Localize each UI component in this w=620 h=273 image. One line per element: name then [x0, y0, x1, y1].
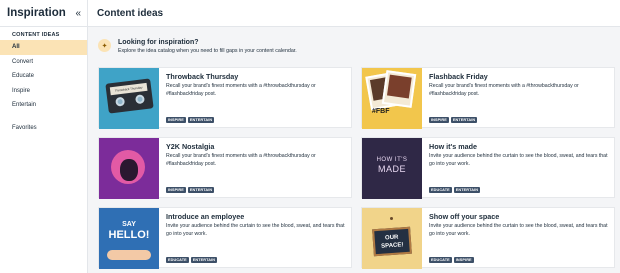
idea-card-y2k-nostalgia[interactable]: Y2K Nostalgia Recall your brand's finest…: [98, 137, 352, 199]
tag-educate[interactable]: EDUCATE: [429, 187, 452, 193]
sidebar-item-all[interactable]: All: [0, 40, 87, 55]
sidebar: Inspiration « CONTENT IDEAS All Convert …: [0, 0, 88, 273]
how-its-made-text: HOW IT'S MADE: [362, 156, 422, 176]
sidebar-item-educate[interactable]: Educate: [0, 69, 87, 84]
tag-entertain[interactable]: ENTERTAIN: [190, 257, 218, 263]
inspiration-banner: ✦ Looking for inspiration? Explore the i…: [98, 38, 297, 56]
banner-title: Looking for inspiration?: [118, 39, 199, 46]
sidebar-item-entertain[interactable]: Entertain: [0, 98, 87, 113]
card-description: Invite your audience behind the curtain …: [166, 223, 345, 237]
our-space-line2: SPACE!: [381, 242, 404, 250]
face-shape: [120, 159, 138, 181]
photo-icon: [381, 70, 417, 108]
card-title: Flashback Friday: [429, 72, 488, 81]
sidebar-item-convert[interactable]: Convert: [0, 55, 87, 70]
tag-inspire[interactable]: INSPIRE: [166, 187, 186, 193]
reel-icon: [115, 96, 126, 107]
nail-icon: [390, 217, 393, 220]
tag-educate[interactable]: EDUCATE: [429, 257, 452, 263]
idea-card-introduce-employee[interactable]: SAY HELLO! Introduce an employee Invite …: [98, 207, 352, 269]
reel-icon: [134, 94, 145, 105]
our-space-image: OUR SPACE!: [362, 208, 422, 269]
our-space-sign: OUR SPACE!: [372, 226, 412, 257]
card-title: Throwback Thursday: [166, 72, 239, 81]
handshake-icon: [107, 250, 151, 260]
card-description: Recall your brand's finest moments with …: [166, 83, 316, 97]
tag-educate[interactable]: EDUCATE: [166, 257, 189, 263]
polaroid-image: #FBF: [362, 68, 422, 129]
section-label: CONTENT IDEAS: [12, 32, 60, 38]
card-description: Recall your brand's finest moments with …: [429, 83, 579, 97]
sparkle-icon: ✦: [98, 39, 111, 52]
say-hello-line2: HELLO!: [108, 229, 150, 241]
how-its-made-image: HOW IT'S MADE: [362, 138, 422, 199]
cassette-label: Throwback Thursday: [109, 82, 148, 96]
tag-entertain[interactable]: ENTERTAIN: [187, 117, 215, 123]
main-content: Content ideas ✦ Looking for inspiration?…: [88, 0, 620, 273]
sidebar-header: Inspiration «: [0, 0, 87, 27]
cassette-image: Throwback Thursday: [99, 68, 159, 129]
idea-card-flashback-friday[interactable]: #FBF Flashback Friday Recall your brand'…: [361, 67, 615, 129]
tag-entertain[interactable]: ENTERTAIN: [453, 187, 481, 193]
fbf-text: #FBF: [372, 108, 390, 115]
how-its-made-line2: MADE: [377, 164, 406, 174]
banner-subtitle: Explore the idea catalog when you need t…: [118, 48, 297, 54]
cassette-icon: Throwback Thursday: [105, 78, 154, 114]
sidebar-title: Inspiration: [7, 7, 66, 19]
tag-inspire[interactable]: INSPIRE: [429, 117, 449, 123]
say-hello-text: SAY HELLO!: [99, 219, 159, 241]
tag-inspire[interactable]: INSPIRE: [166, 117, 186, 123]
card-description: Recall your brand's finest moments with …: [166, 153, 316, 167]
tag-entertain[interactable]: ENTERTAIN: [450, 117, 478, 123]
sidebar-item-favorites[interactable]: Favorites: [0, 121, 87, 136]
say-hello-image: SAY HELLO!: [99, 208, 159, 269]
idea-card-how-its-made[interactable]: HOW IT'S MADE How it's made Invite your …: [361, 137, 615, 199]
page-title: Content ideas: [88, 0, 620, 27]
tag-inspire[interactable]: INSPIRE: [453, 257, 474, 263]
idea-card-show-off-space[interactable]: OUR SPACE! Show off your space Invite yo…: [361, 207, 615, 269]
card-title: Y2K Nostalgia: [166, 142, 215, 151]
card-title: How it's made: [429, 142, 478, 151]
collapse-icon[interactable]: «: [75, 8, 81, 19]
card-description: Invite your audience behind the curtain …: [429, 153, 608, 167]
sidebar-item-inspire[interactable]: Inspire: [0, 84, 87, 99]
y2k-portrait-image: [99, 138, 159, 199]
tag-entertain[interactable]: ENTERTAIN: [187, 187, 215, 193]
card-description: Invite your audience behind the curtain …: [429, 223, 608, 237]
card-title: Introduce an employee: [166, 212, 245, 221]
idea-card-throwback-thursday[interactable]: Throwback Thursday Throwback Thursday Re…: [98, 67, 352, 129]
card-title: Show off your space: [429, 212, 500, 221]
